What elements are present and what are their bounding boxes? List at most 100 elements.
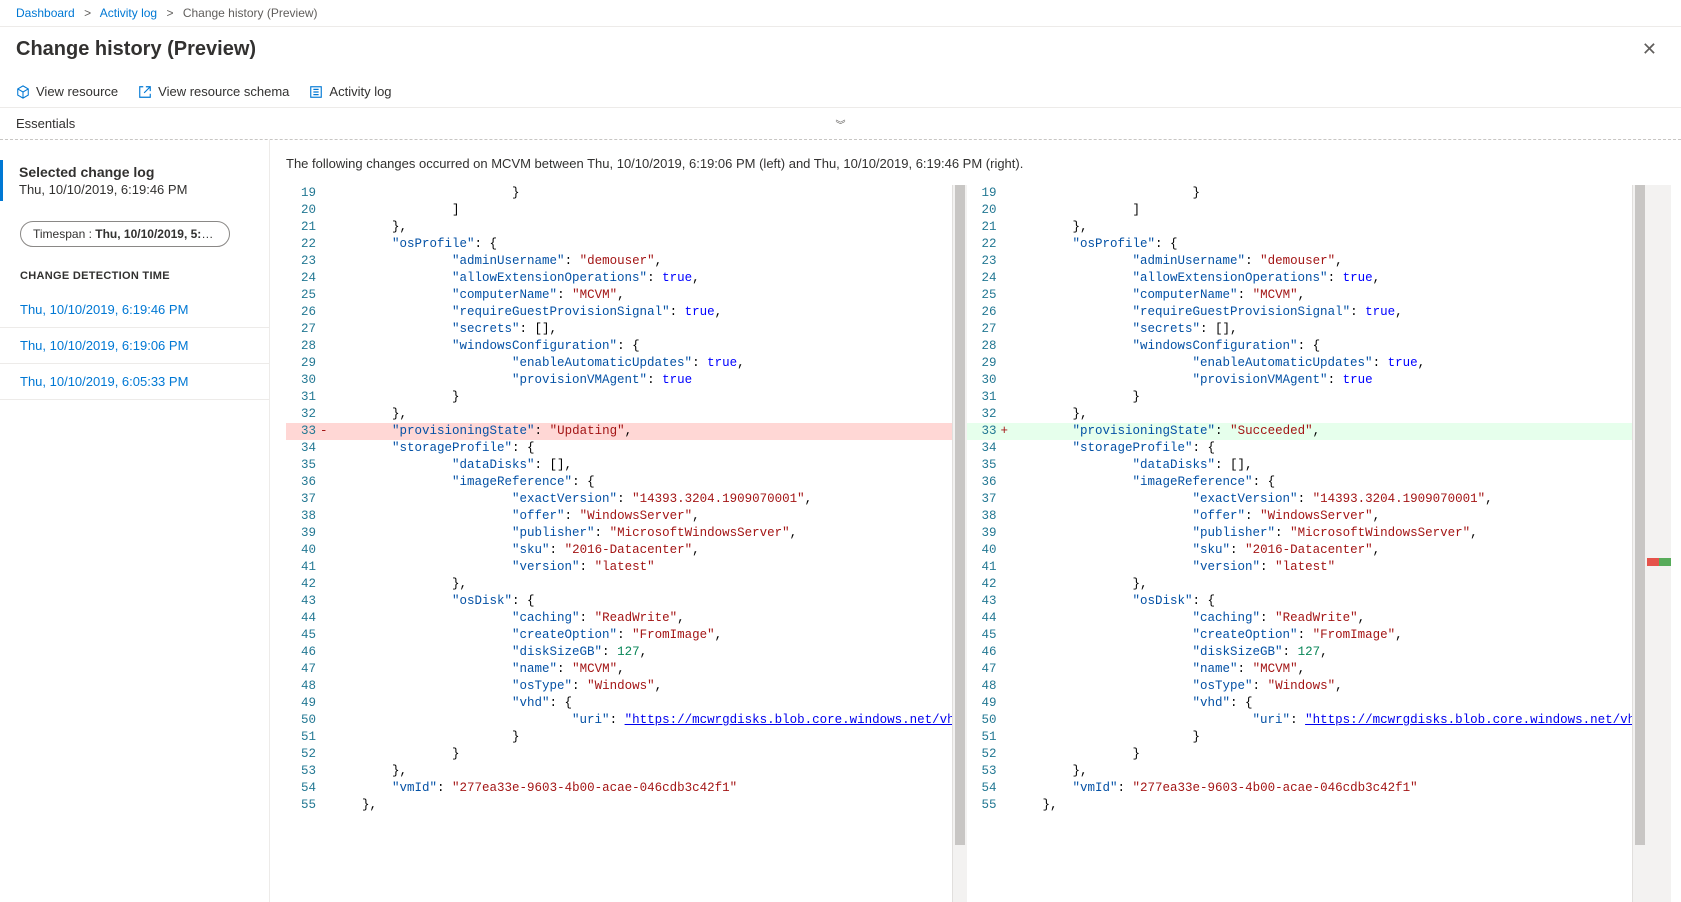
code-line: 36 "imageReference": { [967, 474, 1633, 491]
page-title: Change history (Preview) [16, 38, 256, 61]
code-line: 48 "osType": "Windows", [967, 678, 1633, 695]
code-line: 35 "dataDisks": [], [286, 457, 952, 474]
breadcrumb-dashboard[interactable]: Dashboard [16, 6, 75, 20]
code-line: 54 "vmId": "277ea33e-9603-4b00-acae-046c… [286, 780, 952, 797]
code-line: 24 "allowExtensionOperations": true, [286, 270, 952, 287]
content-area: The following changes occurred on MCVM b… [270, 140, 1681, 902]
code-line: 42 }, [286, 576, 952, 593]
code-line: 31 } [286, 389, 952, 406]
code-line: 19 } [286, 185, 952, 202]
code-line: 25 "computerName": "MCVM", [286, 287, 952, 304]
code-line: 45 "createOption": "FromImage", [967, 627, 1633, 644]
time-item[interactable]: Thu, 10/10/2019, 6:19:06 PM [0, 328, 269, 364]
code-line: 48 "osType": "Windows", [286, 678, 952, 695]
code-line: 20 ] [286, 202, 952, 219]
code-line: 49 "vhd": { [286, 695, 952, 712]
code-line: 33+ "provisioningState": "Succeeded", [967, 423, 1633, 440]
code-line: 39 "publisher": "MicrosoftWindowsServer"… [967, 525, 1633, 542]
time-item[interactable]: Thu, 10/10/2019, 6:19:46 PM [0, 292, 269, 328]
code-line: 22 "osProfile": { [286, 236, 952, 253]
code-line: 37 "exactVersion": "14393.3204.190907000… [286, 491, 952, 508]
code-line: 31 } [967, 389, 1633, 406]
code-line: 29 "enableAutomaticUpdates": true, [967, 355, 1633, 372]
code-line: 20 ] [967, 202, 1633, 219]
code-line: 42 }, [967, 576, 1633, 593]
code-line: 23 "adminUsername": "demouser", [967, 253, 1633, 270]
code-line: 26 "requireGuestProvisionSignal": true, [286, 304, 952, 321]
code-line: 32 }, [967, 406, 1633, 423]
code-line: 37 "exactVersion": "14393.3204.190907000… [967, 491, 1633, 508]
collapse-icon[interactable]: ︾ [836, 116, 846, 131]
code-line: 49 "vhd": { [967, 695, 1633, 712]
code-line: 43 "osDisk": { [286, 593, 952, 610]
code-line: 55 }, [286, 797, 952, 814]
code-line: 52 } [967, 746, 1633, 763]
code-line: 30 "provisionVMAgent": true [286, 372, 952, 389]
code-line: 29 "enableAutomaticUpdates": true, [286, 355, 952, 372]
code-line: 41 "version": "latest" [286, 559, 952, 576]
code-line: 24 "allowExtensionOperations": true, [967, 270, 1633, 287]
code-line: 27 "secrets": [], [286, 321, 952, 338]
left-scrollbar[interactable] [953, 185, 967, 902]
change-description: The following changes occurred on MCVM b… [286, 156, 1671, 171]
breadcrumb-activity-log[interactable]: Activity log [100, 6, 157, 20]
toolbar: View resource View resource schema Activ… [0, 76, 1681, 108]
code-line: 26 "requireGuestProvisionSignal": true, [967, 304, 1633, 321]
cube-icon [16, 85, 30, 99]
sidebar: Selected change log Thu, 10/10/2019, 6:1… [0, 140, 270, 902]
right-scrollbar[interactable] [1633, 185, 1647, 902]
code-line: 22 "osProfile": { [967, 236, 1633, 253]
selected-log-time: Thu, 10/10/2019, 6:19:46 PM [19, 182, 253, 197]
activity-log-button[interactable]: Activity log [309, 84, 391, 99]
diff-minimap[interactable] [1647, 185, 1671, 902]
code-line: 38 "offer": "WindowsServer", [286, 508, 952, 525]
code-line: 33- "provisioningState": "Updating", [286, 423, 952, 440]
code-line: 32 }, [286, 406, 952, 423]
time-list: Thu, 10/10/2019, 6:19:46 PMThu, 10/10/20… [0, 292, 269, 400]
code-line: 55 }, [967, 797, 1633, 814]
time-item[interactable]: Thu, 10/10/2019, 6:05:33 PM [0, 364, 269, 400]
code-line: 21 }, [967, 219, 1633, 236]
code-line: 23 "adminUsername": "demouser", [286, 253, 952, 270]
code-line: 19 } [967, 185, 1633, 202]
diff-right-pane[interactable]: 19 }20 ]21 },22 "osProfile": {23 "adminU… [967, 185, 1634, 902]
code-line: 25 "computerName": "MCVM", [967, 287, 1633, 304]
diff-left-pane[interactable]: 19 }20 ]21 },22 "osProfile": {23 "adminU… [286, 185, 953, 902]
code-line: 46 "diskSizeGB": 127, [286, 644, 952, 661]
code-line: 47 "name": "MCVM", [286, 661, 952, 678]
close-button[interactable]: ✕ [1634, 35, 1665, 64]
code-line: 34 "storageProfile": { [286, 440, 952, 457]
code-line: 45 "createOption": "FromImage", [286, 627, 952, 644]
code-line: 53 }, [286, 763, 952, 780]
code-line: 21 }, [286, 219, 952, 236]
essentials-label: Essentials [16, 116, 75, 131]
code-line: 46 "diskSizeGB": 127, [967, 644, 1633, 661]
code-line: 28 "windowsConfiguration": { [967, 338, 1633, 355]
code-line: 44 "caching": "ReadWrite", [286, 610, 952, 627]
external-link-icon [138, 85, 152, 99]
code-line: 40 "sku": "2016-Datacenter", [967, 542, 1633, 559]
change-detection-time-label: CHANGE DETECTION TIME [0, 270, 269, 292]
view-resource-schema-button[interactable]: View resource schema [138, 84, 289, 99]
list-icon [309, 85, 323, 99]
code-line: 53 }, [967, 763, 1633, 780]
code-line: 50 "uri": "https://mcwrgdisks.blob.core.… [286, 712, 952, 729]
view-resource-button[interactable]: View resource [16, 84, 118, 99]
code-line: 41 "version": "latest" [967, 559, 1633, 576]
code-line: 44 "caching": "ReadWrite", [967, 610, 1633, 627]
code-line: 35 "dataDisks": [], [967, 457, 1633, 474]
code-line: 54 "vmId": "277ea33e-9603-4b00-acae-046c… [967, 780, 1633, 797]
code-line: 39 "publisher": "MicrosoftWindowsServer"… [286, 525, 952, 542]
code-line: 43 "osDisk": { [967, 593, 1633, 610]
code-line: 38 "offer": "WindowsServer", [967, 508, 1633, 525]
selected-log-title: Selected change log [19, 164, 253, 180]
code-line: 40 "sku": "2016-Datacenter", [286, 542, 952, 559]
code-line: 51 } [286, 729, 952, 746]
essentials-section[interactable]: Essentials ︾ [0, 108, 1681, 140]
diff-view: 19 }20 ]21 },22 "osProfile": {23 "adminU… [286, 185, 1671, 902]
timespan-filter[interactable]: Timespan : Thu, 10/10/2019, 5:48:... [20, 221, 230, 247]
code-line: 50 "uri": "https://mcwrgdisks.blob.core.… [967, 712, 1633, 729]
code-line: 47 "name": "MCVM", [967, 661, 1633, 678]
code-line: 51 } [967, 729, 1633, 746]
breadcrumb: Dashboard > Activity log > Change histor… [0, 0, 1681, 27]
